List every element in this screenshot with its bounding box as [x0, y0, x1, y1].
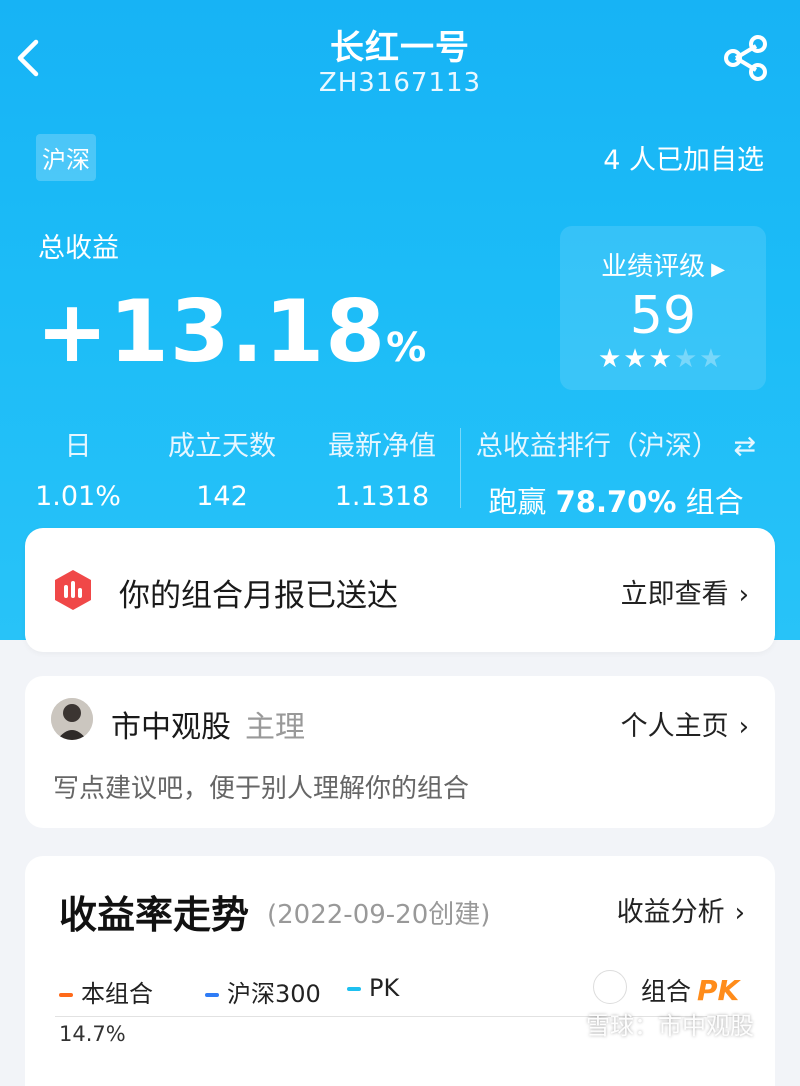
trend-title: 收益率走势 [59, 893, 250, 937]
pk-toggle-radio[interactable] [593, 970, 627, 1004]
legend-portfolio: 本组合 [59, 974, 153, 1009]
rating-label: 业绩评级 ▶ [560, 246, 766, 283]
stat-nav: 最新净值 1.1318 [312, 424, 452, 512]
trend-created-date: (2022-09-20创建) [267, 900, 491, 930]
performance-rating-card[interactable]: 业绩评级 ▶ 59 ★★★★★ [560, 226, 766, 390]
stat-nav-label: 最新净值 [328, 431, 436, 462]
stat-rank-suffix: 组合 [685, 485, 744, 519]
view-report-link[interactable]: 立即查看 › [621, 572, 749, 611]
star-empty-icon: ★ [699, 344, 725, 374]
return-analysis-link[interactable]: 收益分析 › [617, 890, 745, 929]
legend-pk: PK [347, 974, 399, 1002]
total-return-label: 总收益 [38, 233, 119, 264]
star-empty-icon: ★ [673, 344, 700, 374]
rating-score: 59 [629, 286, 697, 346]
total-return-number: +13.18 [36, 282, 387, 382]
return-trend-card: 收益率走势 (2022-09-20创建) 收益分析 › 本组合 沪深300 PK … [25, 856, 775, 1086]
pk-compare-label[interactable]: 组合 PK [641, 972, 739, 1008]
legend-csi300: 沪深300 [205, 974, 321, 1009]
star-filled-icon: ★ [648, 344, 674, 374]
legend-portfolio-label: 本组合 [81, 980, 153, 1008]
stat-daily-label: 日 [64, 431, 92, 462]
portfolio-title: 长红一号 [330, 28, 470, 68]
return-analysis-label: 收益分析 [616, 897, 725, 928]
share-icon[interactable] [722, 34, 770, 82]
legend-pk-swatch [347, 987, 361, 991]
monthly-report-card[interactable]: 你的组合月报已送达 立即查看 › [25, 528, 775, 652]
chevron-right-icon: › [738, 580, 749, 610]
market-badge: 沪深 [36, 134, 96, 181]
stat-rank-percent: 78.70% [555, 485, 677, 519]
stat-days: 成立天数 142 [152, 424, 292, 512]
stat-rank[interactable]: 总收益排行（沪深） ⇄ 跑赢 78.70% 组合 [466, 424, 766, 521]
report-message: 你的组合月报已送达 [119, 578, 398, 614]
rating-stars: ★★★★★ [598, 344, 725, 374]
stat-rank-label-text: 总收益排行（沪深） [475, 431, 719, 462]
stats-divider [460, 428, 461, 508]
legend-portfolio-swatch [59, 993, 73, 997]
watermark: 雪球：市中观股 [586, 1012, 754, 1040]
stat-days-label: 成立天数 [168, 431, 276, 462]
rating-label-text: 业绩评级 [601, 252, 706, 282]
owner-name[interactable]: 市中观股 [111, 710, 231, 745]
portfolio-code: ZH3167113 [318, 68, 482, 98]
profile-link-label: 个人主页 [620, 711, 729, 742]
avatar[interactable] [51, 698, 93, 740]
stat-rank-value: 跑赢 78.70% 组合 [466, 479, 766, 521]
chevron-right-icon: › [738, 712, 749, 742]
total-return-value: +13.18% [36, 282, 426, 382]
stat-days-value: 142 [196, 481, 248, 512]
stat-nav-value: 1.1318 [334, 481, 430, 512]
legend-csi300-label: 沪深300 [227, 980, 321, 1008]
owner-role: 主理 [245, 710, 305, 745]
legend-csi300-swatch [205, 993, 219, 997]
star-filled-icon: ★ [598, 344, 624, 374]
pk-badge: PK [697, 974, 740, 1007]
stat-daily-value: 1.01% [35, 481, 121, 512]
swap-icon[interactable]: ⇄ [733, 431, 756, 462]
stat-daily: 日 1.01% [28, 424, 128, 512]
view-report-label: 立即查看 [620, 579, 729, 610]
legend-pk-label: PK [369, 974, 400, 1002]
star-filled-icon: ★ [623, 344, 649, 374]
owner-name-row: 市中观股 主理 [111, 702, 305, 746]
report-chart-icon [55, 570, 91, 610]
stat-rank-label: 总收益排行（沪深） ⇄ [466, 424, 766, 463]
chevron-right-icon: › [734, 898, 745, 928]
chart-y-tick-top: 14.7% [59, 1022, 126, 1046]
watchers-count: 4 人已加自选 [603, 145, 764, 176]
total-return-unit: % [386, 325, 427, 371]
profile-link[interactable]: 个人主页 › [621, 704, 749, 743]
stat-rank-prefix: 跑赢 [488, 485, 547, 519]
owner-card: 市中观股 主理 个人主页 › 写点建议吧，便于别人理解你的组合 [25, 676, 775, 828]
pk-compare-text: 组合 [641, 977, 692, 1006]
portfolio-description-prompt[interactable]: 写点建议吧，便于别人理解你的组合 [53, 768, 469, 805]
play-arrow-icon: ▶ [711, 259, 725, 280]
